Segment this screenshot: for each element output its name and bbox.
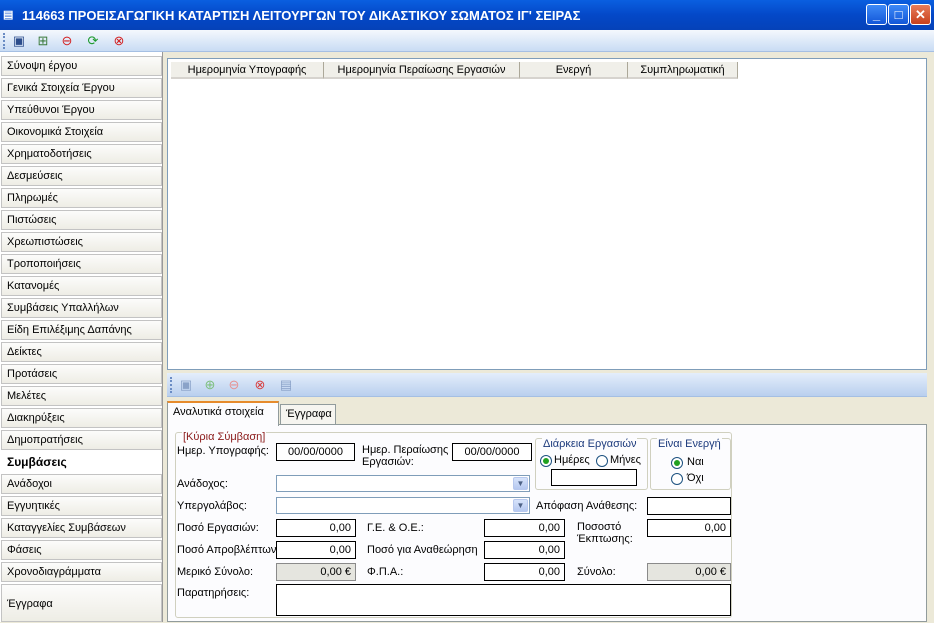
active-yes-label: Ναι (687, 456, 704, 468)
minimize-button[interactable]: _ (866, 4, 887, 25)
contingency-label: Ποσό Απροβλέπτων (177, 544, 277, 556)
subcontractor-select[interactable]: ▼ (276, 497, 530, 514)
nav-item-tenders[interactable]: Διακηρύξεις (1, 408, 162, 428)
title-bar: ▤ 114663 ΠΡΟΕΙΣΑΓΩΓΙΚΗ ΚΑΤΑΡΤΙΣΗ ΛΕΙΤΟΥΡ… (0, 0, 934, 30)
detail-tabs: Αναλυτικά στοιχεία Έγγραφα (167, 401, 927, 426)
nav-item-employee-contracts[interactable]: Συμβάσεις Υπαλλήλων (1, 298, 162, 318)
duration-title: Διάρκεια Εργασιών (542, 438, 638, 450)
partial-total-field: 0,00 € (276, 563, 356, 581)
toolbar-grip[interactable] (170, 377, 173, 393)
subcontractor-label: Υπεργολάβος: (177, 500, 247, 512)
end-date-field[interactable]: 00/00/0000 (452, 443, 532, 461)
duration-field[interactable] (551, 469, 637, 486)
total-field: 0,00 € (647, 563, 731, 581)
nav-item-financial[interactable]: Οικονομικά Στοιχεία (1, 122, 162, 142)
nav-item-allocations[interactable]: Κατανομές (1, 276, 162, 296)
nav-item-expense-types[interactable]: Είδη Επιλέξιμης Δαπάνης (1, 320, 162, 340)
works-amount-field[interactable]: 0,00 (276, 519, 356, 537)
contractor-select[interactable]: ▼ (276, 475, 530, 492)
add-icon[interactable]: ⊕ (201, 376, 219, 394)
works-amount-label: Ποσό Εργασιών: (177, 522, 259, 534)
nav-item-auctions[interactable]: Δημοπρατήσεις (1, 430, 162, 450)
left-nav: Σύνοψη έργου Γενικά Στοιχεία Έργου Υπεύθ… (0, 52, 163, 622)
chevron-down-icon[interactable]: ▼ (513, 499, 528, 512)
window-title: 114663 ΠΡΟΕΙΣΑΓΩΓΙΚΗ ΚΑΤΑΡΤΙΣΗ ΛΕΙΤΟΥΡΓΩ… (22, 8, 581, 23)
tab-documents[interactable]: Έγγραφα (280, 404, 336, 425)
close-button[interactable]: ✕ (910, 4, 931, 25)
days-label: Ημέρες (554, 454, 590, 466)
total-label: Σύνολο: (577, 566, 616, 578)
revision-label: Ποσό για Αναθεώρηση (367, 544, 478, 556)
active-no-label: Όχι (687, 472, 704, 484)
nav-item-phases[interactable]: Φάσεις (1, 540, 162, 560)
discount-label: Ποσοστό Έκπτωσης: (577, 521, 633, 545)
nav-item-studies[interactable]: Μελέτες (1, 386, 162, 406)
nav-item-proposals[interactable]: Προτάσεις (1, 364, 162, 384)
sign-date-field[interactable]: 00/00/0000 (276, 443, 355, 461)
nav-item-schedules[interactable]: Χρονοδιαγράμματα (1, 562, 162, 582)
nav-item-managers[interactable]: Υπεύθυνοι Έργου (1, 100, 162, 120)
delete-icon[interactable]: ⊖ (58, 32, 76, 50)
months-radio[interactable] (596, 455, 608, 467)
nav-item-guarantees[interactable]: Εγγυητικές (1, 496, 162, 516)
active-no-radio[interactable] (671, 473, 683, 485)
toolbar-grip[interactable] (3, 33, 6, 49)
nav-item-contracts[interactable]: Συμβάσεις (1, 452, 162, 472)
app-icon: ▤ (3, 9, 14, 21)
nav-item-debits[interactable]: Χρεωπιστώσεις (1, 232, 162, 252)
detail-panel: [Κύρια Σύμβαση] Ημερ. Υπογραφής: 00/00/0… (167, 424, 927, 622)
award-decision-field[interactable] (647, 497, 731, 515)
end-date-label: Ημερ. Περαίωσης Εργασιών: (362, 444, 449, 468)
save-icon[interactable]: ▣ (177, 376, 195, 394)
notes-label: Παρατηρήσεις: (177, 587, 250, 599)
notes-field[interactable] (276, 584, 731, 616)
nav-item-documents[interactable]: Έγγραφα (1, 584, 162, 622)
days-radio[interactable] (540, 455, 552, 467)
vat-label: Φ.Π.Α.: (367, 566, 404, 578)
tree-icon[interactable]: ⊞ (34, 32, 52, 50)
nav-item-payments[interactable]: Πληρωμές (1, 188, 162, 208)
ge-oe-field[interactable]: 0,00 (484, 519, 565, 537)
months-label: Μήνες (610, 454, 641, 466)
main-toolbar: ▣ ⊞ ⊖ ⟳ ⊗ (0, 30, 934, 52)
column-header-end-date[interactable]: Ημερομηνία Περαίωσης Εργασιών (324, 62, 520, 79)
detail-toolbar: ▣ ⊕ ⊖ ⊗ ▤ (167, 373, 927, 397)
vat-field[interactable]: 0,00 (484, 563, 565, 581)
column-header-sign-date[interactable]: Ημερομηνία Υπογραφής (171, 62, 324, 79)
tab-details[interactable]: Αναλυτικά στοιχεία (167, 401, 279, 426)
partial-total-label: Μερικό Σύνολο: (177, 566, 254, 578)
nav-item-summary[interactable]: Σύνοψη έργου (1, 56, 162, 76)
nav-item-indicators[interactable]: Δείκτες (1, 342, 162, 362)
cancel-icon[interactable]: ⊗ (251, 376, 269, 394)
active-title: Είναι Ενεργή (657, 438, 722, 450)
contracts-grid[interactable]: Ημερομηνία Υπογραφής Ημερομηνία Περαίωση… (167, 58, 927, 370)
award-decision-label: Απόφαση Ανάθεσης: (536, 500, 638, 512)
remove-icon[interactable]: ⊖ (225, 376, 243, 394)
contractor-label: Ανάδοχος: (177, 478, 228, 490)
refresh-icon[interactable]: ⟳ (84, 32, 102, 50)
cancel-icon[interactable]: ⊗ (110, 32, 128, 50)
nav-item-commitments[interactable]: Δεσμεύσεις (1, 166, 162, 186)
column-header-supplementary[interactable]: Συμπληρωματική (628, 62, 738, 79)
column-header-active[interactable]: Ενεργή (520, 62, 628, 79)
nav-item-general[interactable]: Γενικά Στοιχεία Έργου (1, 78, 162, 98)
discount-field[interactable]: 0,00 (647, 519, 731, 537)
ge-oe-label: Γ.Ε. & Ο.Ε.: (367, 522, 424, 534)
chevron-down-icon[interactable]: ▼ (513, 477, 528, 490)
group-title: [Κύρια Σύμβαση] (182, 431, 267, 443)
maximize-button[interactable]: □ (888, 4, 909, 25)
active-yes-radio[interactable] (671, 457, 683, 469)
save-icon[interactable]: ▣ (10, 32, 28, 50)
nav-item-fundings[interactable]: Χρηματοδοτήσεις (1, 144, 162, 164)
sign-date-label: Ημερ. Υπογραφής: (177, 445, 269, 457)
nav-item-contract-terminations[interactable]: Καταγγελίες Συμβάσεων (1, 518, 162, 538)
nav-item-amendments[interactable]: Τροποποιήσεις (1, 254, 162, 274)
revision-field[interactable]: 0,00 (484, 541, 565, 559)
nav-item-credits[interactable]: Πιστώσεις (1, 210, 162, 230)
contingency-field[interactable]: 0,00 (276, 541, 356, 559)
nav-item-contractors[interactable]: Ανάδοχοι (1, 474, 162, 494)
export-icon[interactable]: ▤ (277, 376, 295, 394)
